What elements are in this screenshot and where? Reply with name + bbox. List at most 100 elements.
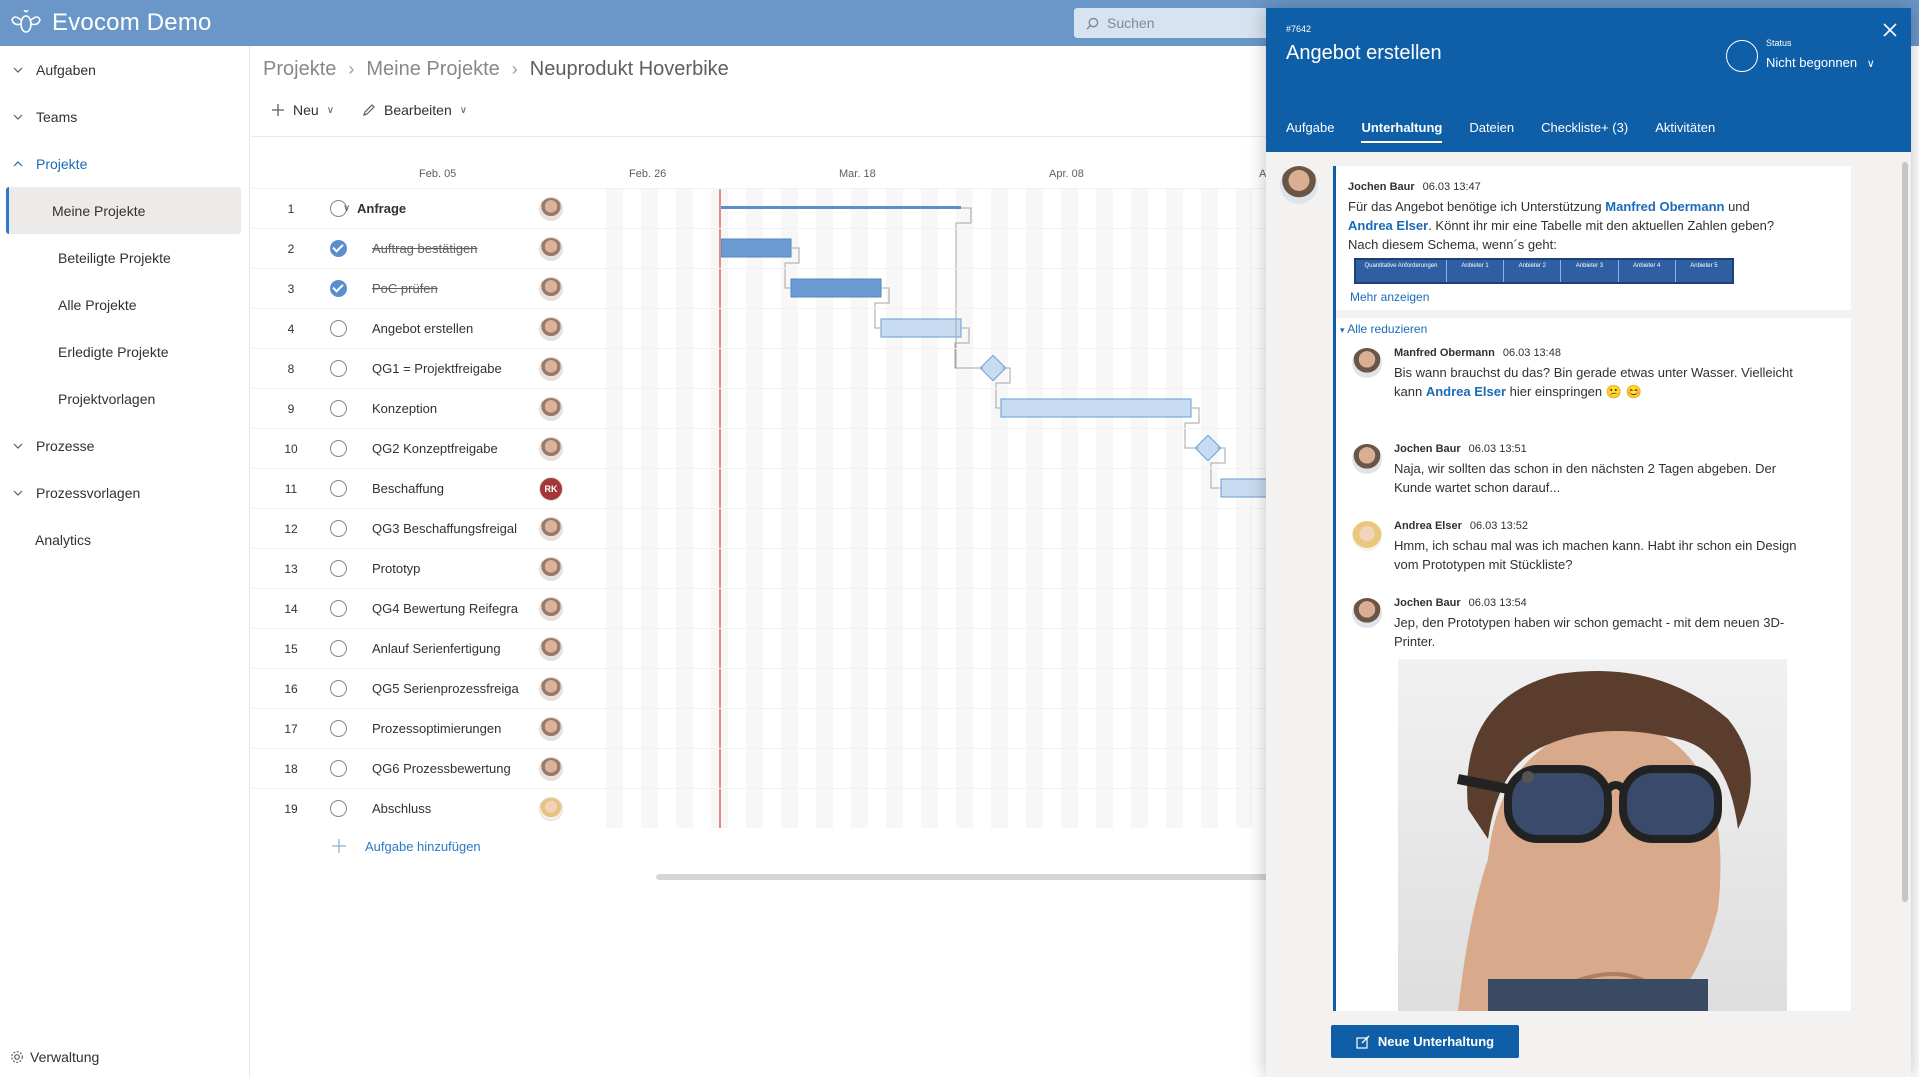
avatar xyxy=(539,676,563,701)
avatar xyxy=(539,196,563,221)
task-checkbox[interactable] xyxy=(330,360,347,377)
task-checkbox[interactable] xyxy=(330,240,347,257)
sidebar-item-teams[interactable]: Teams xyxy=(0,93,249,140)
edit-button[interactable]: Bearbeiten ∨ xyxy=(362,102,467,118)
more-link[interactable]: Mehr anzeigen xyxy=(1350,290,1429,304)
sidebar-item-projekte[interactable]: Projekte xyxy=(0,140,249,187)
mention-link[interactable]: Andrea Elser xyxy=(1426,384,1506,399)
task-name[interactable]: Anfrage xyxy=(357,201,507,216)
table-row[interactable]: 18 QG6 Prozessbewertung xyxy=(251,748,1271,788)
avatar xyxy=(539,716,563,741)
admin-link[interactable]: Verwaltung xyxy=(10,1049,99,1065)
sidebar-item-aufgaben[interactable]: Aufgaben xyxy=(0,46,249,93)
attached-image[interactable] xyxy=(1398,659,1787,1011)
table-row[interactable]: 1 ∨ Anfrage xyxy=(251,188,1271,228)
task-name[interactable]: QG3 Beschaffungsfreigal xyxy=(372,521,522,536)
table-row[interactable]: 14 QG4 Bewertung Reifegra xyxy=(251,588,1271,628)
task-name[interactable]: Auftrag bestätigen xyxy=(372,241,522,256)
table-row[interactable]: 17 Prozessoptimierungen xyxy=(251,708,1271,748)
tab-dateien[interactable]: Dateien xyxy=(1469,120,1514,143)
app-brand[interactable]: Evocom Demo xyxy=(10,7,212,39)
tab-checkliste[interactable]: Checkliste+ (3) xyxy=(1541,120,1628,143)
sidebar-item-prozesse[interactable]: Prozesse xyxy=(0,422,249,469)
task-name[interactable]: Konzeption xyxy=(372,401,522,416)
table-row[interactable]: 8 QG1 = Projektfreigabe xyxy=(251,348,1271,388)
task-title[interactable]: Angebot erstellen xyxy=(1286,42,1442,65)
vertical-scrollbar[interactable] xyxy=(1902,162,1908,902)
task-checkbox[interactable] xyxy=(330,720,347,737)
sidebar-item-label: Teams xyxy=(36,108,78,125)
task-name[interactable]: QG5 Serienprozessfreiga xyxy=(372,681,522,696)
task-name[interactable]: QG4 Bewertung Reifegra xyxy=(372,601,522,616)
task-name[interactable]: Abschluss xyxy=(372,801,522,816)
table-row[interactable]: 4 Angebot erstellen xyxy=(251,308,1271,348)
new-button[interactable]: Neu ∨ xyxy=(271,102,334,118)
task-checkbox[interactable] xyxy=(330,640,347,657)
avatar xyxy=(539,796,563,821)
chevron-down-icon[interactable]: ∨ xyxy=(343,203,350,214)
task-checkbox[interactable] xyxy=(330,440,347,457)
table-row[interactable]: 12 QG3 Beschaffungsfreigal xyxy=(251,508,1271,548)
sidebar-item-prozessvorlagen[interactable]: Prozessvorlagen xyxy=(0,469,249,516)
sidebar-sub-meine-projekte[interactable]: Meine Projekte xyxy=(6,187,241,234)
task-name[interactable]: PoC prüfen xyxy=(372,281,522,296)
close-icon[interactable] xyxy=(1880,20,1900,40)
horizontal-scrollbar[interactable] xyxy=(656,874,1271,880)
task-name[interactable]: QG6 Prozessbewertung xyxy=(372,761,522,776)
avatar xyxy=(539,396,563,421)
row-number: 9 xyxy=(287,401,295,416)
table-row[interactable]: 13 Prototyp xyxy=(251,548,1271,588)
sidebar-sub-alle-projekte[interactable]: Alle Projekte xyxy=(6,281,241,328)
avatar xyxy=(1280,166,1318,204)
task-name[interactable]: Prozessoptimierungen xyxy=(372,721,522,736)
search-placeholder: Suchen xyxy=(1107,15,1155,31)
task-checkbox[interactable] xyxy=(330,680,347,697)
task-checkbox[interactable] xyxy=(330,320,347,337)
breadcrumb-meine-projekte[interactable]: Meine Projekte xyxy=(366,58,499,81)
task-name[interactable]: Angebot erstellen xyxy=(372,321,522,336)
task-checkbox[interactable] xyxy=(330,520,347,537)
mention-link[interactable]: Manfred Obermann xyxy=(1605,199,1724,214)
tab-aufgabe[interactable]: Aufgabe xyxy=(1286,120,1334,143)
message-text: Nach diesem Schema, wenn´s geht: xyxy=(1348,237,1557,252)
sidebar-sub-projektvorlagen[interactable]: Projektvorlagen xyxy=(6,375,241,422)
row-number: 2 xyxy=(287,241,295,256)
table-row[interactable]: 2 Auftrag bestätigen xyxy=(251,228,1271,268)
sidebar-item-analytics[interactable]: Analytics xyxy=(0,516,249,563)
new-conversation-button[interactable]: Neue Unterhaltung xyxy=(1331,1025,1519,1058)
sidebar-sub-erledigte-projekte[interactable]: Erledigte Projekte xyxy=(6,328,241,375)
evocom-logo-icon xyxy=(11,10,41,33)
task-name[interactable]: Prototyp xyxy=(372,561,522,576)
table-row[interactable]: 9 Konzeption xyxy=(251,388,1271,428)
avatar xyxy=(539,756,563,781)
task-checkbox[interactable] xyxy=(330,560,347,577)
table-row[interactable]: 16 QG5 Serienprozessfreiga xyxy=(251,668,1271,708)
task-name[interactable]: QG2 Konzeptfreigabe xyxy=(372,441,522,456)
task-name[interactable]: Anlauf Serienfertigung xyxy=(372,641,522,656)
sidebar-sub-beteiligte-projekte[interactable]: Beteiligte Projekte xyxy=(6,234,241,281)
table-row[interactable]: 19 Abschluss xyxy=(251,788,1271,828)
collapse-all-link[interactable]: ▾ Alle reduzieren xyxy=(1340,322,1427,336)
plus-icon xyxy=(332,839,346,853)
table-row[interactable]: 10 QG2 Konzeptfreigabe xyxy=(251,428,1271,468)
table-row[interactable]: 11 Beschaffung RK xyxy=(251,468,1271,508)
task-checkbox[interactable] xyxy=(330,400,347,417)
breadcrumb-projekte[interactable]: Projekte xyxy=(263,58,336,81)
task-checkbox[interactable] xyxy=(330,480,347,497)
task-checkbox[interactable] xyxy=(330,600,347,617)
task-name[interactable]: QG1 = Projektfreigabe xyxy=(372,361,522,376)
task-checkbox[interactable] xyxy=(330,760,347,777)
chevron-right-icon: › xyxy=(511,59,518,79)
tab-unterhaltung[interactable]: Unterhaltung xyxy=(1361,120,1443,143)
tab-aktivitaeten[interactable]: Aktivitäten xyxy=(1655,120,1715,143)
add-task-button[interactable]: Aufgabe hinzufügen xyxy=(331,838,481,854)
task-checkbox[interactable] xyxy=(330,800,347,817)
table-row[interactable]: 15 Anlauf Serienfertigung xyxy=(251,628,1271,668)
task-checkbox[interactable] xyxy=(330,280,347,297)
avatar: RK xyxy=(539,476,563,501)
table-row[interactable]: 3 PoC prüfen xyxy=(251,268,1271,308)
task-name[interactable]: Beschaffung xyxy=(372,481,522,496)
avatar xyxy=(539,236,563,261)
mention-link[interactable]: Andrea Elser xyxy=(1348,218,1428,233)
main-content: Projekte › Meine Projekte › Neuprodukt H… xyxy=(251,46,1271,1077)
